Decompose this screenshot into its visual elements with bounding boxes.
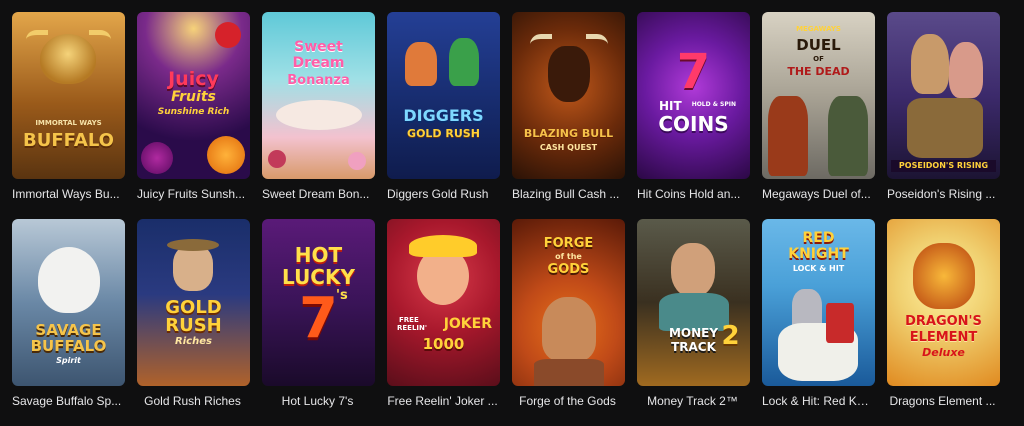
- digger-icon: [387, 12, 500, 179]
- game-logo-line: POSEIDON'S RISING: [891, 160, 996, 172]
- game-thumbnail[interactable]: MEGAWAYS DUEL OF THE DEAD: [762, 12, 875, 179]
- game-tile[interactable]: BLAZING BULL CASH QUEST Blazing Bull Cas…: [512, 12, 625, 219]
- game-title[interactable]: Juicy Fruits Sunsh...: [137, 187, 250, 202]
- game-thumbnail[interactable]: Juicy Fruits Sunshine Rich: [137, 12, 250, 179]
- game-thumbnail[interactable]: SAVAGE BUFFALO Spirit: [12, 219, 125, 386]
- game-logo-line: LUCKY: [282, 265, 355, 289]
- game-logo-line: 2: [721, 321, 740, 351]
- game-tile[interactable]: DRAGON'S ELEMENT Deluxe Dragons Element …: [887, 219, 1000, 426]
- game-thumbnail[interactable]: Sweet Dream Bonanza: [262, 12, 375, 179]
- game-tile[interactable]: DIGGERS GOLD RUSH Diggers Gold Rush: [387, 12, 500, 219]
- game-thumbnail[interactable]: POSEIDON'S RISING: [887, 12, 1000, 179]
- game-logo-line: 's: [336, 288, 348, 303]
- game-tile[interactable]: 7 HIT HOLD & SPIN COINS Hit Coins Hold a…: [637, 12, 750, 219]
- game-logo-line: GOLD RUSH: [407, 127, 480, 140]
- game-thumbnail[interactable]: GOLD RUSH Riches: [137, 219, 250, 386]
- game-thumbnail[interactable]: BLAZING BULL CASH QUEST: [512, 12, 625, 179]
- game-logo-line: DRAGON'S: [905, 314, 982, 329]
- game-tile[interactable]: MEGAWAYS DUEL OF THE DEAD Megaways Duel …: [762, 12, 875, 219]
- game-logo-line: Dream: [292, 55, 345, 71]
- game-thumbnail[interactable]: MONEY TRACK 2: [637, 219, 750, 386]
- game-tile[interactable]: FORGE of the GODS Forge of the Gods: [512, 219, 625, 426]
- game-title[interactable]: Sweet Dream Bon...: [262, 187, 375, 202]
- game-thumbnail[interactable]: 7 HIT HOLD & SPIN COINS: [637, 12, 750, 179]
- game-title[interactable]: Free Reelin' Joker ...: [387, 394, 500, 409]
- poseidon-icon: [887, 12, 1000, 179]
- candy-icon: [262, 12, 375, 179]
- game-logo-line: CASH QUEST: [539, 143, 598, 152]
- game-title[interactable]: Dragons Element ...: [887, 394, 1000, 409]
- game-logo-line: Spirit: [56, 356, 81, 365]
- game-logo-line: Fruits: [171, 89, 216, 105]
- game-logo-line: HOLD & SPIN: [691, 101, 736, 108]
- game-tile[interactable]: IMMORTAL WAYS BUFFALO Immortal Ways Bu..…: [12, 12, 125, 219]
- game-tile[interactable]: Sweet Dream Bonanza Sweet Dream Bon...: [262, 12, 375, 219]
- game-logo-line: Riches: [175, 336, 212, 347]
- joker-icon: [387, 219, 500, 386]
- game-logo-line: HOT: [294, 243, 343, 267]
- game-logo-line: Sweet: [294, 39, 343, 55]
- game-title[interactable]: Forge of the Gods: [512, 394, 625, 409]
- game-thumbnail[interactable]: HOT LUCKY 7 's: [262, 219, 375, 386]
- game-logo-line: Sunshine Rich: [157, 107, 230, 117]
- game-title[interactable]: Lock & Hit: Red Kn...: [762, 394, 875, 409]
- game-logo-line: RUSH: [165, 315, 222, 336]
- game-title[interactable]: Poseidon's Rising ...: [887, 187, 1000, 202]
- game-thumbnail[interactable]: FREE REELIN' JOKER 1000: [387, 219, 500, 386]
- game-title[interactable]: Hot Lucky 7's: [262, 394, 375, 409]
- game-tile[interactable]: SAVAGE BUFFALO Spirit Savage Buffalo Sp.…: [12, 219, 125, 426]
- game-grid: IMMORTAL WAYS BUFFALO Immortal Ways Bu..…: [12, 12, 1000, 426]
- seven-icon: 7: [676, 44, 711, 100]
- game-title[interactable]: Megaways Duel of...: [762, 187, 875, 202]
- game-title[interactable]: Hit Coins Hold an...: [637, 187, 750, 202]
- game-title[interactable]: Gold Rush Riches: [137, 394, 250, 409]
- game-title[interactable]: Savage Buffalo Sp...: [12, 394, 125, 409]
- game-logo-line: JOKER: [443, 316, 492, 332]
- game-logo-line: BLAZING BULL: [523, 127, 614, 140]
- game-logo-line: DIGGERS: [403, 106, 484, 125]
- game-title[interactable]: Money Track 2™: [637, 394, 750, 409]
- game-logo-line: BUFFALO: [23, 130, 114, 151]
- game-logo-line: Bonanza: [287, 73, 350, 88]
- game-title[interactable]: Diggers Gold Rush: [387, 187, 500, 202]
- game-tile[interactable]: POSEIDON'S RISING Poseidon's Rising ...: [887, 12, 1000, 219]
- game-logo-line: COINS: [658, 112, 729, 136]
- game-logo-line: SAVAGE: [35, 321, 102, 339]
- robber-icon: [637, 219, 750, 386]
- game-logo-line: Deluxe: [922, 346, 965, 359]
- game-tile[interactable]: RED KNIGHT LOCK & HIT Lock & Hit: Red Kn…: [762, 219, 875, 426]
- game-logo-line: IMMORTAL WAYS: [35, 119, 102, 127]
- bull-icon: [512, 12, 625, 179]
- game-logo-line: ELEMENT: [909, 330, 978, 345]
- game-tile[interactable]: Juicy Fruits Sunshine Rich Juicy Fruits …: [137, 12, 250, 219]
- game-tile[interactable]: GOLD RUSH Riches Gold Rush Riches: [137, 219, 250, 426]
- game-title[interactable]: Blazing Bull Cash ...: [512, 187, 625, 202]
- game-thumbnail[interactable]: IMMORTAL WAYS BUFFALO: [12, 12, 125, 179]
- cowboy-icon: [762, 12, 875, 179]
- game-logo-line: 1000: [422, 335, 465, 353]
- knight-icon: [762, 219, 875, 386]
- warrior-icon: [512, 219, 625, 386]
- game-tile[interactable]: MONEY TRACK 2 Money Track 2™: [637, 219, 750, 426]
- game-thumbnail[interactable]: FORGE of the GODS: [512, 219, 625, 386]
- game-thumbnail[interactable]: DIGGERS GOLD RUSH: [387, 12, 500, 179]
- game-thumbnail[interactable]: DRAGON'S ELEMENT Deluxe: [887, 219, 1000, 386]
- game-tile[interactable]: HOT LUCKY 7 's Hot Lucky 7's: [262, 219, 375, 426]
- game-tile[interactable]: FREE REELIN' JOKER 1000 Free Reelin' Jok…: [387, 219, 500, 426]
- game-logo-line: BUFFALO: [30, 337, 107, 355]
- buffalo-icon: [12, 12, 125, 179]
- dragon-icon: [887, 219, 1000, 386]
- game-logo-line: Juicy: [168, 68, 219, 90]
- game-thumbnail[interactable]: RED KNIGHT LOCK & HIT: [762, 219, 875, 386]
- game-title[interactable]: Immortal Ways Bu...: [12, 187, 125, 202]
